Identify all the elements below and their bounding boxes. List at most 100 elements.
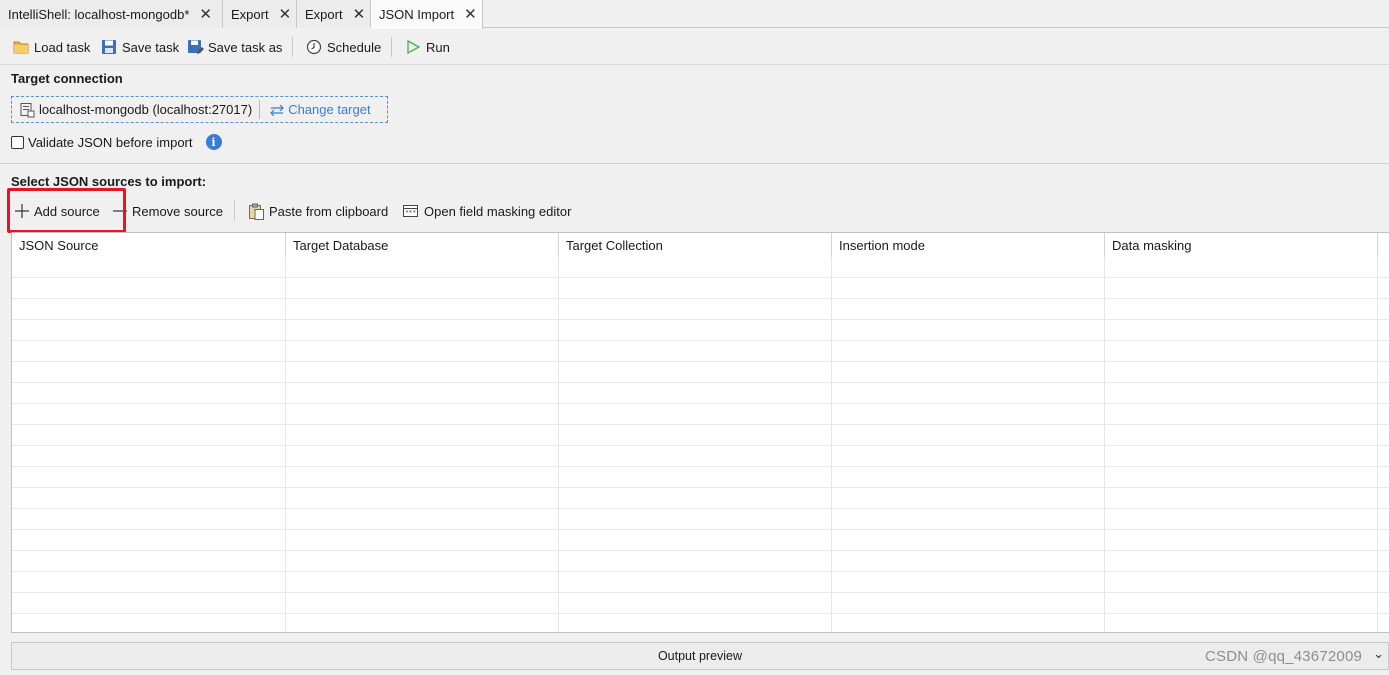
tab-label: IntelliShell: localhost-mongodb* bbox=[8, 6, 190, 22]
open-field-masking-editor-button[interactable]: *** Open field masking editor bbox=[402, 201, 571, 221]
table-cell bbox=[1105, 299, 1378, 319]
validate-json-row: Validate JSON before import i bbox=[11, 134, 222, 150]
table-cell bbox=[12, 488, 286, 508]
table-cell bbox=[12, 341, 286, 361]
table-cell bbox=[832, 614, 1105, 632]
table-cell bbox=[12, 383, 286, 403]
table-cell bbox=[1105, 362, 1378, 382]
toolbar-divider bbox=[234, 201, 235, 221]
table-cell bbox=[286, 257, 559, 277]
tab-export-2[interactable]: Export ✕ bbox=[297, 0, 371, 28]
output-preview-bar[interactable]: Output preview ⌄ bbox=[11, 642, 1389, 670]
tab-json-import[interactable]: JSON Import ✕ bbox=[371, 0, 483, 29]
table-cell bbox=[286, 509, 559, 529]
table-cell bbox=[559, 488, 832, 508]
table-cell bbox=[1105, 593, 1378, 613]
minus-icon bbox=[113, 210, 127, 212]
table-cell bbox=[832, 404, 1105, 424]
editor-tab-bar: IntelliShell: localhost-mongodb* ✕ Expor… bbox=[0, 0, 1389, 29]
column-header-target-database[interactable]: Target Database bbox=[286, 233, 559, 257]
table-cell bbox=[832, 530, 1105, 550]
table-cell bbox=[832, 488, 1105, 508]
table-row bbox=[12, 341, 1389, 362]
target-connection-heading: Target connection bbox=[11, 71, 123, 86]
validate-json-label[interactable]: Validate JSON before import bbox=[28, 135, 193, 150]
database-server-icon bbox=[20, 102, 35, 117]
table-row bbox=[12, 509, 1389, 530]
table-cell bbox=[12, 446, 286, 466]
add-source-button[interactable]: Add source bbox=[14, 201, 100, 221]
svg-text:***: *** bbox=[405, 210, 416, 217]
table-cell bbox=[12, 530, 286, 550]
table-cell bbox=[559, 614, 832, 632]
change-target-link[interactable]: Change target bbox=[268, 102, 371, 117]
table-row bbox=[12, 362, 1389, 383]
table-cell bbox=[1105, 257, 1378, 277]
table-cell bbox=[1105, 551, 1378, 571]
folder-icon bbox=[13, 41, 29, 54]
close-icon[interactable]: ✕ bbox=[353, 7, 366, 22]
tab-intellishell[interactable]: IntelliShell: localhost-mongodb* ✕ bbox=[0, 0, 223, 28]
table-cell bbox=[1105, 446, 1378, 466]
validate-json-checkbox[interactable] bbox=[11, 136, 24, 149]
target-connection-box: localhost-mongodb (localhost:27017) Chan… bbox=[11, 96, 388, 123]
table-cell bbox=[1105, 425, 1378, 445]
table-cell bbox=[832, 320, 1105, 340]
close-icon[interactable]: ✕ bbox=[199, 7, 212, 22]
tab-label: Export bbox=[231, 6, 269, 22]
load-task-button[interactable]: Load task bbox=[13, 37, 90, 57]
table-cell bbox=[1105, 404, 1378, 424]
table-cell bbox=[1105, 488, 1378, 508]
table-cell bbox=[286, 320, 559, 340]
table-row bbox=[12, 278, 1389, 299]
task-toolbar: Load task Save task Save task as Schedul… bbox=[0, 29, 1389, 65]
column-header-json-source[interactable]: JSON Source bbox=[12, 233, 286, 257]
column-header-target-collection[interactable]: Target Collection bbox=[559, 233, 832, 257]
table-row bbox=[12, 446, 1389, 467]
save-task-as-button[interactable]: Save task as bbox=[187, 37, 282, 57]
table-cell bbox=[559, 593, 832, 613]
tab-label: JSON Import bbox=[379, 7, 455, 22]
paste-from-clipboard-button[interactable]: Paste from clipboard bbox=[248, 201, 388, 221]
json-sources-heading: Select JSON sources to import: bbox=[11, 174, 207, 189]
chevron-down-icon[interactable]: ⌄ bbox=[1373, 646, 1384, 662]
column-header-data-masking[interactable]: Data masking bbox=[1105, 233, 1378, 257]
table-cell bbox=[12, 404, 286, 424]
table-cell bbox=[286, 551, 559, 571]
clock-icon bbox=[306, 39, 322, 55]
table-cell bbox=[286, 362, 559, 382]
info-icon[interactable]: i bbox=[205, 134, 222, 150]
table-cell bbox=[1105, 383, 1378, 403]
close-icon[interactable]: ✕ bbox=[279, 7, 292, 22]
watermark: CSDN @qq_43672009 bbox=[1205, 648, 1363, 665]
table-cell bbox=[1105, 341, 1378, 361]
close-icon[interactable]: ✕ bbox=[464, 7, 477, 22]
table-row bbox=[12, 530, 1389, 551]
table-row bbox=[12, 383, 1389, 404]
table-cell bbox=[12, 425, 286, 445]
run-button[interactable]: Run bbox=[405, 37, 450, 57]
tab-export-1[interactable]: Export ✕ bbox=[223, 0, 297, 28]
table-row bbox=[12, 257, 1389, 278]
schedule-button[interactable]: Schedule bbox=[306, 37, 381, 57]
table-cell bbox=[286, 341, 559, 361]
json-sources-table[interactable]: JSON Source Target Database Target Colle… bbox=[11, 232, 1389, 633]
table-cell bbox=[1105, 509, 1378, 529]
save-task-button[interactable]: Save task bbox=[101, 37, 179, 57]
table-row bbox=[12, 593, 1389, 614]
save-icon bbox=[102, 40, 116, 54]
table-cell bbox=[1105, 572, 1378, 592]
remove-source-button[interactable]: Remove source bbox=[112, 201, 223, 221]
table-cell bbox=[832, 425, 1105, 445]
table-cell bbox=[559, 530, 832, 550]
table-cell bbox=[559, 404, 832, 424]
table-body bbox=[12, 257, 1389, 632]
table-cell bbox=[12, 278, 286, 298]
target-connection[interactable]: localhost-mongodb (localhost:27017) bbox=[12, 97, 252, 122]
table-row bbox=[12, 488, 1389, 509]
column-header-insertion-mode[interactable]: Insertion mode bbox=[832, 233, 1105, 257]
table-cell bbox=[286, 383, 559, 403]
table-cell bbox=[559, 467, 832, 487]
play-icon bbox=[407, 39, 421, 55]
save-as-icon bbox=[188, 40, 204, 54]
